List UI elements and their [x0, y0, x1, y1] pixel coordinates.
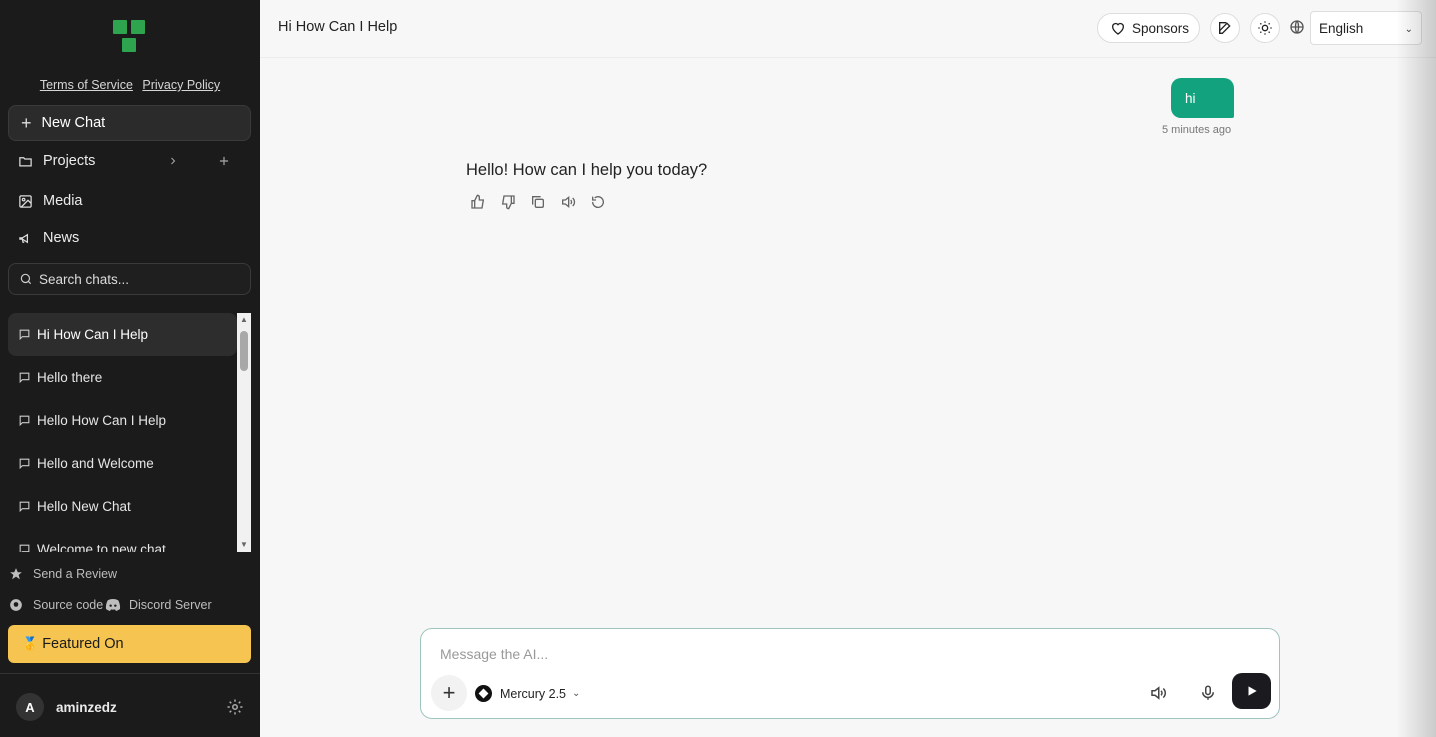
- chat-history-item[interactable]: Welcome to new chat: [8, 528, 237, 552]
- search-icon: [20, 273, 32, 285]
- discord-server-link[interactable]: Discord Server: [105, 598, 212, 612]
- message-timestamp: 5 minutes ago: [1162, 124, 1232, 136]
- sidebar-item-projects[interactable]: Projects: [8, 144, 251, 178]
- avatar[interactable]: A: [16, 693, 44, 721]
- source-code-link[interactable]: Source code: [9, 598, 103, 612]
- chat-history-item[interactable]: Hello How Can I Help: [8, 399, 237, 442]
- chat-bubble-icon: [19, 544, 30, 552]
- sidebar-divider: [0, 673, 260, 674]
- top-bar: Hi How Can I Help Sponsors English ⌄: [260, 0, 1436, 58]
- gear-icon[interactable]: [226, 698, 244, 716]
- send-review-label: Send a Review: [33, 567, 118, 581]
- chat-title: Hello How Can I Help: [37, 413, 167, 428]
- message-actions: [470, 194, 606, 210]
- regenerate-icon[interactable]: [590, 194, 606, 210]
- source-code-label: Source code: [33, 598, 104, 612]
- search-box: [8, 263, 251, 295]
- new-chat-edit-button[interactable]: [1210, 13, 1240, 43]
- sidebar-item-news[interactable]: News: [8, 221, 251, 255]
- medal-icon: 🥇: [22, 636, 39, 651]
- megaphone-icon: [19, 233, 28, 243]
- privacy-policy-link[interactable]: Privacy Policy: [142, 78, 220, 92]
- chat-list-scrollbar[interactable]: ▲ ▼: [237, 313, 251, 552]
- send-button[interactable]: [1232, 673, 1271, 709]
- chat-bubble-icon: [19, 415, 30, 427]
- language-value: English: [1319, 20, 1364, 36]
- message-input[interactable]: [440, 646, 1220, 668]
- thumbs-down-icon[interactable]: [500, 194, 516, 210]
- legal-links: Terms of Service Privacy Policy: [0, 78, 260, 92]
- edge-shadow: [1396, 0, 1436, 737]
- sidebar-item-label: News: [43, 230, 80, 246]
- sponsors-button[interactable]: Sponsors: [1097, 13, 1200, 43]
- chevron-down-icon: ⌄: [572, 688, 581, 699]
- chat-history-item[interactable]: Hello there: [8, 356, 237, 399]
- app-logo-icon[interactable]: [113, 20, 147, 54]
- chat-title: Welcome to new chat: [37, 542, 166, 552]
- sponsors-label: Sponsors: [1132, 20, 1190, 36]
- chat-bubble-icon: [19, 458, 30, 470]
- speaker-icon[interactable]: [1149, 684, 1167, 702]
- plus-icon: +: [442, 680, 456, 705]
- sun-icon: [1258, 21, 1272, 35]
- chat-title: Hello New Chat: [37, 499, 131, 514]
- read-aloud-icon[interactable]: [560, 194, 576, 210]
- add-attachment-button[interactable]: +: [431, 675, 467, 711]
- chat-history-list: Hi How Can I Help Hello there Hello How …: [8, 313, 251, 552]
- folder-icon: [19, 156, 32, 166]
- chat-bubble-icon: [19, 501, 30, 513]
- message-composer: + Mercury 2.5 ⌄: [420, 628, 1280, 719]
- github-icon: [10, 599, 22, 611]
- chat-history-item[interactable]: Hello and Welcome: [8, 442, 237, 485]
- chat-bubble-icon: [19, 329, 30, 341]
- discord-icon: [105, 599, 121, 611]
- edit-icon: [1219, 22, 1231, 34]
- thumbs-up-icon[interactable]: [470, 194, 486, 210]
- new-chat-button[interactable]: + New Chat: [8, 105, 251, 141]
- copy-icon[interactable]: [530, 194, 546, 210]
- microphone-icon[interactable]: [1199, 684, 1217, 702]
- sidebar-item-media[interactable]: Media: [8, 184, 251, 218]
- featured-on-button[interactable]: 🥇 Featured On: [8, 625, 251, 663]
- chat-bubble-icon: [19, 372, 30, 384]
- user-profile[interactable]: A aminzedz: [16, 693, 246, 721]
- model-logo-icon: [475, 685, 492, 702]
- chat-title: Hi How Can I Help: [37, 327, 149, 342]
- username: aminzedz: [56, 699, 117, 715]
- new-chat-label: New Chat: [41, 115, 106, 131]
- plus-icon: +: [21, 113, 32, 133]
- discord-label: Discord Server: [129, 598, 212, 612]
- user-message-text: hi: [1185, 90, 1196, 106]
- play-send-icon: [1248, 686, 1257, 696]
- chat-title: Hello and Welcome: [37, 456, 154, 471]
- heart-icon: [1112, 22, 1124, 35]
- scroll-up-arrow-icon[interactable]: ▲: [237, 313, 251, 327]
- send-review-link[interactable]: Send a Review: [9, 567, 117, 581]
- image-icon: [19, 194, 32, 208]
- model-selector[interactable]: Mercury 2.5 ⌄: [475, 685, 580, 702]
- theme-toggle-button[interactable]: [1250, 13, 1280, 43]
- terms-of-service-link[interactable]: Terms of Service: [40, 78, 133, 92]
- add-project-icon[interactable]: [217, 154, 231, 168]
- chat-history-item[interactable]: Hello New Chat: [8, 485, 237, 528]
- page-title: Hi How Can I Help: [278, 19, 398, 35]
- model-name: Mercury 2.5: [500, 686, 566, 701]
- sidebar-item-label: Media: [43, 193, 83, 209]
- chevron-down-icon: ⌄: [1404, 24, 1413, 35]
- globe-icon: [1290, 20, 1304, 34]
- search-input[interactable]: [39, 271, 239, 287]
- language-select[interactable]: English ⌄: [1310, 11, 1422, 45]
- chat-title: Hello there: [37, 370, 103, 385]
- sidebar-item-label: Projects: [43, 153, 96, 169]
- user-message-bubble: hi: [1171, 78, 1234, 118]
- sidebar: Terms of Service Privacy Policy + New Ch…: [0, 0, 260, 737]
- scrollbar-thumb[interactable]: [240, 331, 248, 371]
- featured-label: Featured On: [42, 636, 124, 652]
- assistant-message: Hello! How can I help you today?: [466, 161, 708, 179]
- star-icon: [10, 568, 22, 580]
- chat-history-item[interactable]: Hi How Can I Help: [8, 313, 237, 356]
- chevron-right-icon[interactable]: [167, 155, 179, 167]
- scroll-down-arrow-icon[interactable]: ▼: [237, 538, 251, 552]
